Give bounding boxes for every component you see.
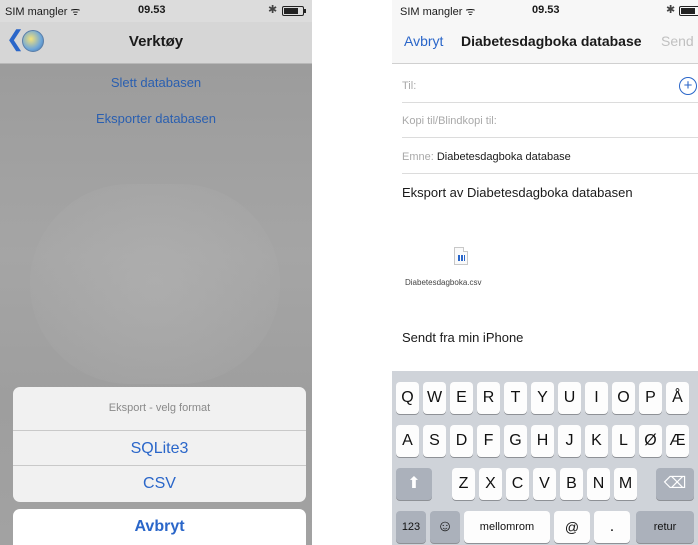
battery-icon [679,6,698,16]
bluetooth-icon: ✱ [666,4,676,16]
key-c[interactable]: C [506,468,529,500]
key-i[interactable]: I [585,382,608,414]
keyboard: Q W E R T Y U I O P Å A S D F G H J K L … [392,371,698,545]
carrier-label: SIM mangler ᯤ [5,6,81,18]
export-database-link[interactable]: Eksporter databasen [0,111,312,126]
action-sheet-title: Eksport - velg format [13,387,306,431]
to-field[interactable]: Til: [402,69,698,103]
key-g[interactable]: G [504,425,527,457]
csv-option[interactable]: CSV [13,466,306,501]
subject-label: Emne: [402,151,434,163]
key-a[interactable]: A [396,425,419,457]
key-aa[interactable]: Å [666,382,689,414]
message-body-text[interactable]: Eksport av Diabetesdagboka databasen [402,185,633,200]
clock: 09.53 [532,4,560,16]
attachment-filename: Diabetesdagboka.csv [405,278,482,287]
status-bar: SIM mangler ᯤ 09.53 ✱ [392,0,698,22]
key-y[interactable]: Y [531,382,554,414]
key-r[interactable]: R [477,382,500,414]
at-key[interactable]: @ [554,511,590,543]
to-label: Til: [402,80,417,92]
key-b[interactable]: B [560,468,583,500]
key-e[interactable]: E [450,382,473,414]
status-bar: SIM mangler ᯤ 09.53 ✱ [0,0,312,22]
subject-field[interactable]: Emne: Diabetesdagboka database [402,140,698,174]
key-z[interactable]: Z [452,468,475,500]
key-d[interactable]: D [450,425,473,457]
delete-database-link[interactable]: Slett databasen [0,75,312,90]
key-l[interactable]: L [612,425,635,457]
key-o[interactable]: O [612,382,635,414]
cancel-button[interactable]: Avbryt [13,509,306,545]
key-q[interactable]: Q [396,382,419,414]
key-m[interactable]: M [614,468,637,500]
key-w[interactable]: W [423,382,446,414]
key-x[interactable]: X [479,468,502,500]
page-title: Verktøy [128,33,184,50]
tools-screen: SIM mangler ᯤ 09.53 ✱ ❮ Verktøy Slett da… [0,0,312,545]
cc-bcc-field[interactable]: Kopi til/Blindkopi til: [402,104,698,138]
clock: 09.53 [138,4,166,16]
cc-bcc-label: Kopi til/Blindkopi til: [402,115,497,127]
key-ae[interactable]: Æ [666,425,689,457]
numbers-key[interactable]: 123 [396,511,426,543]
background-logo-blur [30,184,280,384]
carrier-label: SIM mangler ᯤ [400,6,476,18]
dot-key[interactable]: . [594,511,630,543]
export-action-sheet: Eksport - velg format SQLite3 CSV [13,387,306,502]
key-s[interactable]: S [423,425,446,457]
delete-key-icon[interactable]: ⌫ [656,468,694,500]
key-oe[interactable]: Ø [639,425,662,457]
key-n[interactable]: N [587,468,610,500]
sqlite3-option[interactable]: SQLite3 [13,431,306,466]
return-key[interactable]: retur [636,511,694,543]
navigation-bar: ❮ Verktøy [0,22,312,64]
add-contact-icon[interactable]: + [679,77,697,95]
subject-value: Diabetesdagboka database [436,151,571,163]
mail-compose-screen: SIM mangler ᯤ 09.53 ✱ Avbryt Diabetesdag… [392,0,698,545]
space-key[interactable]: mellomrom [464,511,550,543]
compose-navigation-bar: Avbryt Diabetesdagboka database Send [392,22,698,64]
key-j[interactable]: J [558,425,581,457]
emoji-key-icon[interactable]: ☺ [430,511,460,543]
send-button[interactable]: Send [661,33,694,49]
key-u[interactable]: U [558,382,581,414]
key-v[interactable]: V [533,468,556,500]
signature-text[interactable]: Sendt fra min iPhone [402,330,523,345]
battery-icon [282,6,306,16]
shift-key-icon[interactable]: ⬆ [396,468,432,500]
key-k[interactable]: K [585,425,608,457]
cancel-button[interactable]: Avbryt [404,33,443,49]
key-h[interactable]: H [531,425,554,457]
key-t[interactable]: T [504,382,527,414]
bluetooth-icon: ✱ [268,4,278,16]
key-p[interactable]: P [639,382,662,414]
compose-title: Diabetesdagboka database [461,33,642,49]
csv-file-icon[interactable] [454,247,468,265]
key-f[interactable]: F [477,425,500,457]
